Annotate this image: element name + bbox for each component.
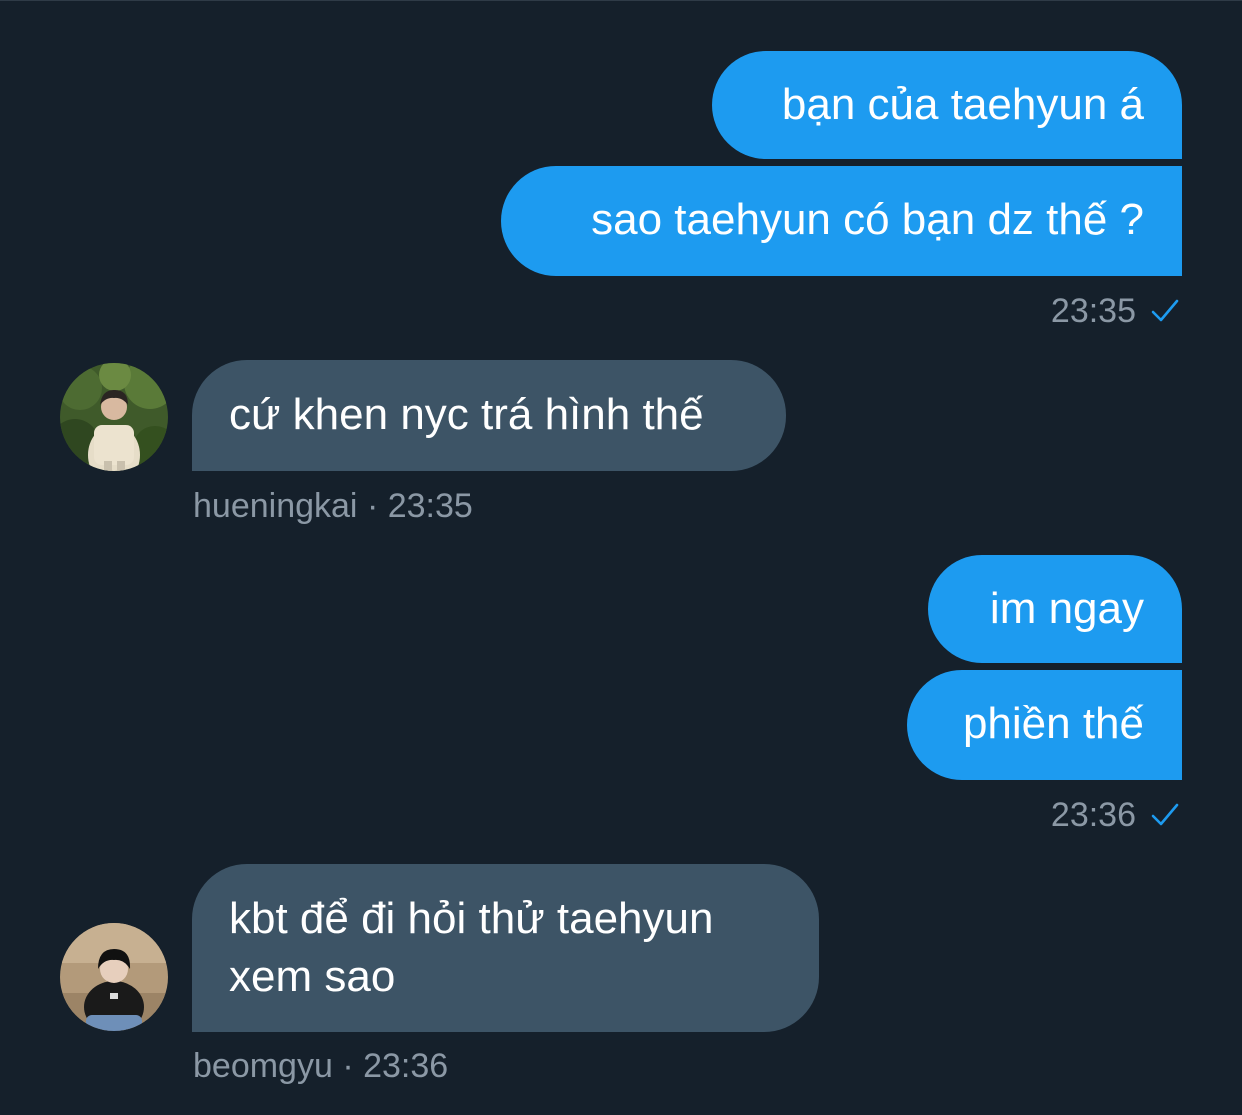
meta-separator: · — [342, 1047, 354, 1085]
top-border — [0, 0, 1242, 1]
sent-message-bubble[interactable]: phiền thế — [907, 670, 1182, 780]
message-text: im ngay — [989, 584, 1144, 633]
received-message-bubble[interactable]: kbt để đi hỏi thử taehyun xem sao — [192, 864, 819, 1032]
sent-message-bubble[interactable]: bạn của taehyun á — [712, 51, 1182, 159]
sent-message-bubble[interactable]: sao taehyun có bạn dz thế ? — [501, 166, 1182, 276]
message-text: bạn của taehyun á — [781, 80, 1144, 129]
author-name[interactable]: beomgyu — [193, 1047, 333, 1085]
message-time: 23:36 — [1050, 796, 1136, 834]
message-text: sao taehyun có bạn dz thế ? — [591, 195, 1144, 244]
avatar[interactable] — [60, 363, 168, 471]
meta-separator: · — [366, 487, 379, 525]
message-text: phiền thế — [962, 699, 1144, 748]
avatar-image — [60, 923, 168, 1031]
message-meta: hueningkai · 23:35 — [193, 486, 473, 526]
received-message-bubble[interactable]: cứ khen nyc trá hình thế — [192, 360, 786, 471]
message-meta: 23:36 — [1051, 795, 1180, 835]
checkmark-icon — [1151, 803, 1179, 826]
author-name[interactable]: hueningkai — [193, 487, 357, 525]
checkmark-icon — [1151, 299, 1179, 322]
avatar-image — [60, 363, 168, 471]
message-text: cứ khen nyc trá hình thế — [229, 390, 704, 439]
message-text: kbt để đi hỏi thử taehyun xem sao — [229, 894, 714, 1001]
message-time: 23:35 — [387, 487, 473, 525]
message-time: 23:35 — [1050, 292, 1136, 330]
message-time: 23:36 — [363, 1047, 449, 1085]
avatar[interactable] — [60, 923, 168, 1031]
sent-message-bubble[interactable]: im ngay — [928, 555, 1182, 663]
message-meta: beomgyu · 23:36 — [193, 1046, 448, 1086]
message-meta: 23:35 — [1051, 291, 1180, 331]
